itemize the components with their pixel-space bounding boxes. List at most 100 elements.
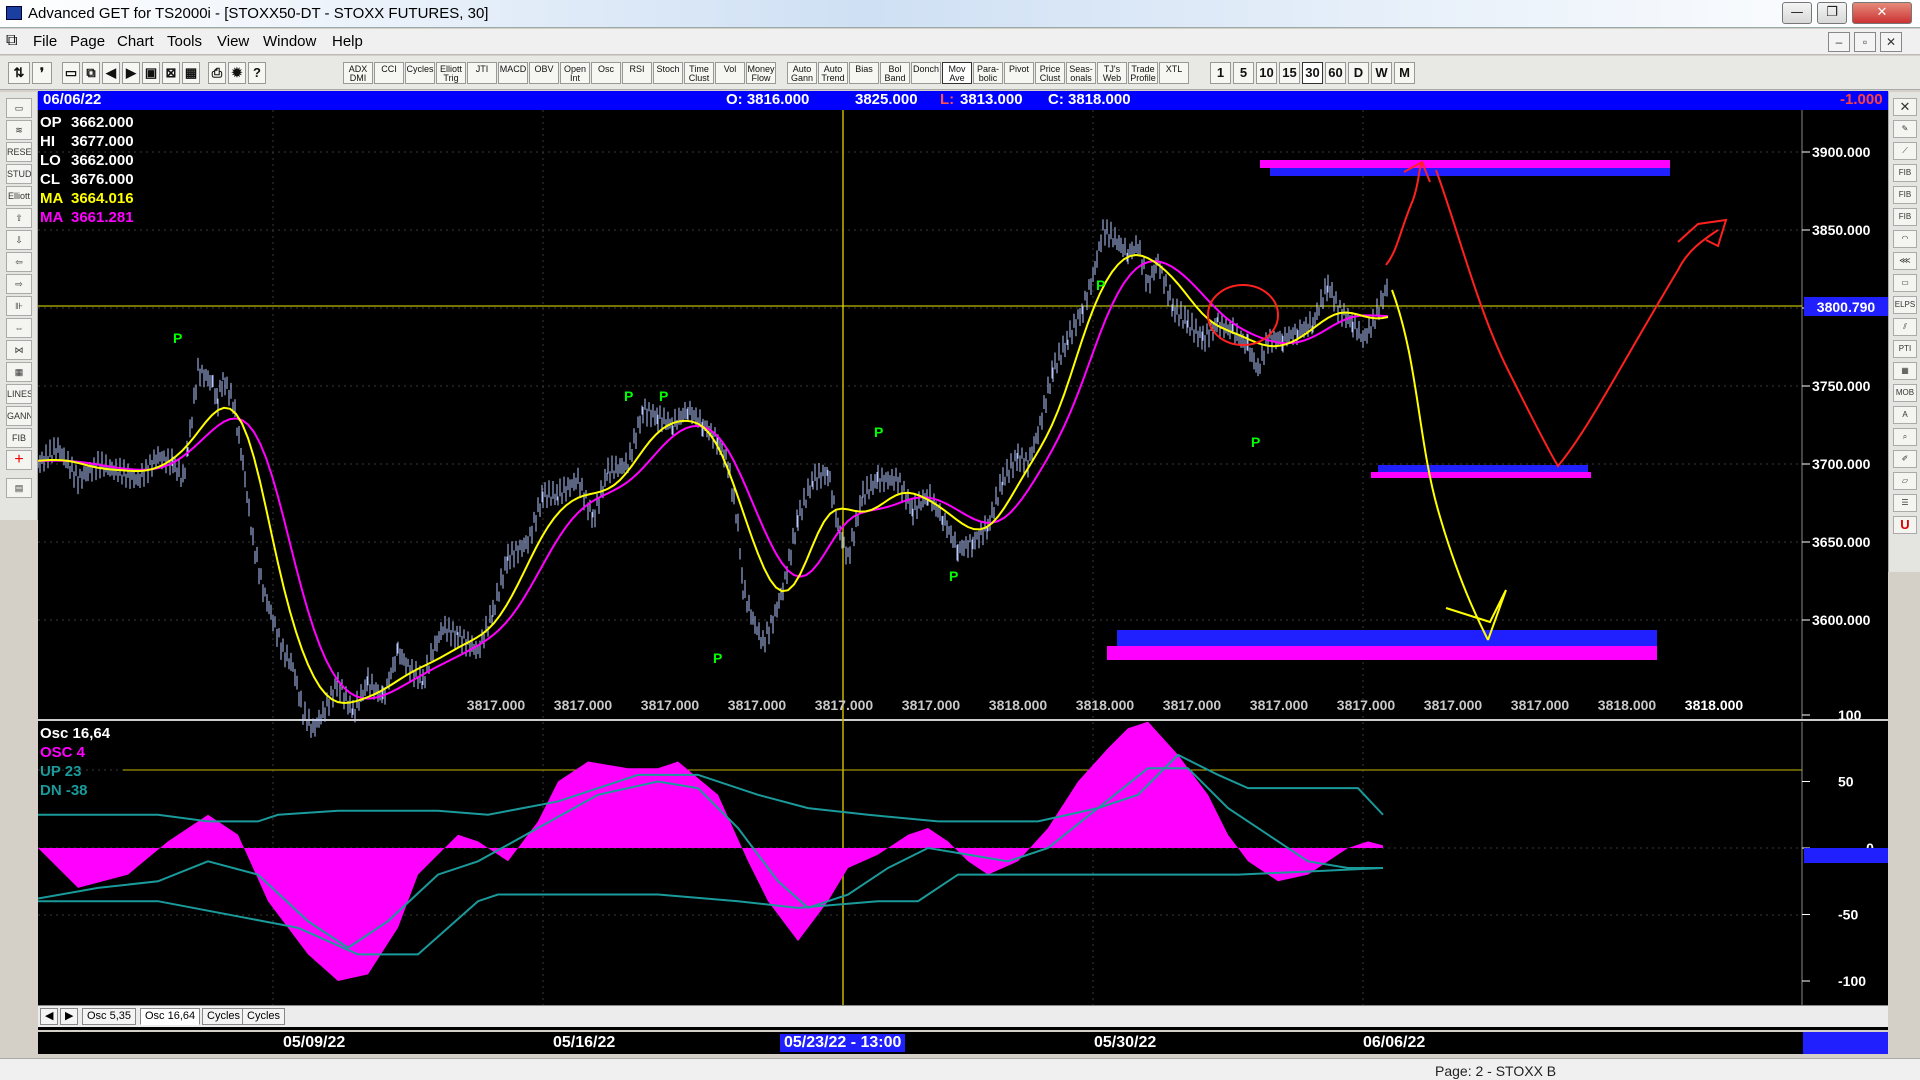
- copy-page-icon[interactable]: ⧉: [82, 62, 100, 84]
- a-text-icon[interactable]: A: [1893, 406, 1917, 424]
- fib-icon[interactable]: FIB: [6, 428, 32, 448]
- pencil-icon[interactable]: ✎: [1893, 120, 1917, 138]
- indicator-button[interactable]: Osc: [591, 62, 621, 84]
- mdi-restore-button[interactable]: ▫: [1854, 32, 1876, 52]
- new-page-icon[interactable]: ▭: [62, 62, 80, 84]
- indicator-button[interactable]: ADX DMI: [343, 62, 373, 84]
- tab-scroll-right[interactable]: ▶: [60, 1008, 79, 1025]
- indicator-button[interactable]: TJ's Web: [1097, 62, 1127, 84]
- app-menu-icon[interactable]: ⧉: [6, 32, 17, 50]
- elliott-icon[interactable]: Elliott: [6, 186, 32, 206]
- crosshair-icon[interactable]: +: [6, 450, 32, 470]
- forward-icon[interactable]: ▶: [122, 62, 140, 84]
- fan-icon[interactable]: ⋘: [1893, 252, 1917, 270]
- trendline-icon[interactable]: ⟋: [1893, 142, 1917, 160]
- period-button[interactable]: 10: [1256, 62, 1277, 84]
- period-button[interactable]: M: [1394, 62, 1415, 84]
- undo-u-icon[interactable]: U: [1893, 516, 1917, 534]
- zoom-icon[interactable]: ⌕: [1893, 428, 1917, 446]
- period-button[interactable]: 30: [1302, 62, 1323, 84]
- eraser-icon[interactable]: ▱: [1893, 472, 1917, 490]
- back-icon[interactable]: ◀: [102, 62, 120, 84]
- tab-osc-5-35[interactable]: Osc 5,35: [82, 1008, 137, 1025]
- close-button[interactable]: ✕: [1852, 2, 1912, 24]
- channel-icon[interactable]: ⫽: [1893, 318, 1917, 336]
- delete-icon[interactable]: ⊠: [162, 62, 180, 84]
- indicator-button[interactable]: Pivot: [1004, 62, 1034, 84]
- menu-view[interactable]: View: [217, 33, 249, 50]
- rectangle-icon[interactable]: ▭: [1893, 274, 1917, 292]
- menu-file[interactable]: File: [33, 33, 57, 50]
- indicator-button[interactable]: JTI: [467, 62, 497, 84]
- indicator-button[interactable]: Bias: [849, 62, 879, 84]
- arrow-right-icon[interactable]: ⇨: [6, 274, 32, 294]
- mdi-close-button[interactable]: ✕: [1880, 32, 1902, 52]
- indicator-button[interactable]: XTL: [1159, 62, 1189, 84]
- fib-time-icon[interactable]: FIB TIME: [1893, 208, 1917, 226]
- tab-osc-16-64[interactable]: Osc 16,64: [140, 1008, 201, 1025]
- menu-page[interactable]: Page: [70, 33, 105, 50]
- compress-icon[interactable]: ⋈: [6, 340, 32, 360]
- expand-icon[interactable]: ⇔: [6, 318, 32, 338]
- list-icon[interactable]: ☰: [1893, 494, 1917, 512]
- indicator-button[interactable]: MACD: [498, 62, 528, 84]
- menu-chart[interactable]: Chart: [117, 33, 154, 50]
- indicator-button[interactable]: Time Clust: [684, 62, 714, 84]
- menu-help[interactable]: Help: [332, 33, 363, 50]
- grid-tool-icon[interactable]: ▦: [1893, 362, 1917, 380]
- open-folder-icon[interactable]: ▭: [6, 98, 32, 118]
- arrow-down-icon[interactable]: ⇩: [6, 230, 32, 250]
- paint-icon[interactable]: ✐: [1893, 450, 1917, 468]
- mob-icon[interactable]: MOB: [1893, 384, 1917, 402]
- bars-icon[interactable]: ⊪: [6, 296, 32, 316]
- screens-icon[interactable]: ▣: [142, 62, 160, 84]
- print-icon[interactable]: ⎙: [208, 62, 226, 84]
- chart-area[interactable]: PPPPPPPP 3900.0003850.0003800.0003750.00…: [37, 110, 1888, 1030]
- period-button[interactable]: 60: [1325, 62, 1346, 84]
- help-icon[interactable]: ?: [248, 62, 266, 84]
- indicator-button[interactable]: Auto Gann: [787, 62, 817, 84]
- save-icon[interactable]: ▤: [6, 478, 32, 498]
- arc-icon[interactable]: ◠: [1893, 230, 1917, 248]
- indicator-button[interactable]: Vol: [715, 62, 745, 84]
- period-button[interactable]: 1: [1210, 62, 1231, 84]
- box-icon[interactable]: ▦: [6, 362, 32, 382]
- study-icon[interactable]: STUDY: [6, 164, 32, 184]
- period-button[interactable]: 5: [1233, 62, 1254, 84]
- lines-icon[interactable]: LINES: [6, 384, 32, 404]
- reset-icon[interactable]: RESET: [6, 142, 32, 162]
- period-button[interactable]: 15: [1279, 62, 1300, 84]
- grid-icon[interactable]: ▦: [182, 62, 200, 84]
- period-button[interactable]: D: [1348, 62, 1369, 84]
- close-x-icon[interactable]: ✕: [1893, 98, 1917, 116]
- ellipse-icon[interactable]: ELPS: [1893, 296, 1917, 314]
- bulb-icon[interactable]: ✹: [228, 62, 246, 84]
- indicator-button[interactable]: Mov Ave: [942, 62, 972, 84]
- menu-window[interactable]: Window: [263, 33, 316, 50]
- tab-scroll-left[interactable]: ◀: [40, 1008, 59, 1025]
- indicator-button[interactable]: Trade Profile: [1128, 62, 1158, 84]
- indicator-button[interactable]: Seas-onals: [1066, 62, 1096, 84]
- date-scroll-box[interactable]: [1803, 1032, 1888, 1054]
- menu-tools[interactable]: Tools: [167, 33, 202, 50]
- indicator-button[interactable]: Stoch: [653, 62, 683, 84]
- indicator-button[interactable]: Auto Trend: [818, 62, 848, 84]
- indicator-button[interactable]: Money Flow: [746, 62, 776, 84]
- indicator-button[interactable]: CCI: [374, 62, 404, 84]
- arrow-left-icon[interactable]: ⇦: [6, 252, 32, 272]
- arrow-up-icon[interactable]: ⇧: [6, 208, 32, 228]
- indicator-button[interactable]: Price Clust: [1035, 62, 1065, 84]
- fib-ret-icon[interactable]: FIB RET: [1893, 164, 1917, 182]
- arrow-tool-icon[interactable]: ⇅: [8, 62, 30, 84]
- indicator-button[interactable]: RSI: [622, 62, 652, 84]
- quote-tool-icon[interactable]: ❜: [32, 62, 52, 84]
- tab-cycles-2[interactable]: Cycles: [242, 1008, 286, 1025]
- indicator-button[interactable]: Bol Band: [880, 62, 910, 84]
- fib-ext-icon[interactable]: FIB EXT: [1893, 186, 1917, 204]
- mdi-minimize-button[interactable]: –: [1828, 32, 1850, 52]
- tab-cycles-1[interactable]: Cycles: [202, 1008, 246, 1025]
- indicator-button[interactable]: OBV: [529, 62, 559, 84]
- indicator-button[interactable]: Cycles: [405, 62, 435, 84]
- gann-icon[interactable]: GANN: [6, 406, 32, 426]
- period-button[interactable]: W: [1371, 62, 1392, 84]
